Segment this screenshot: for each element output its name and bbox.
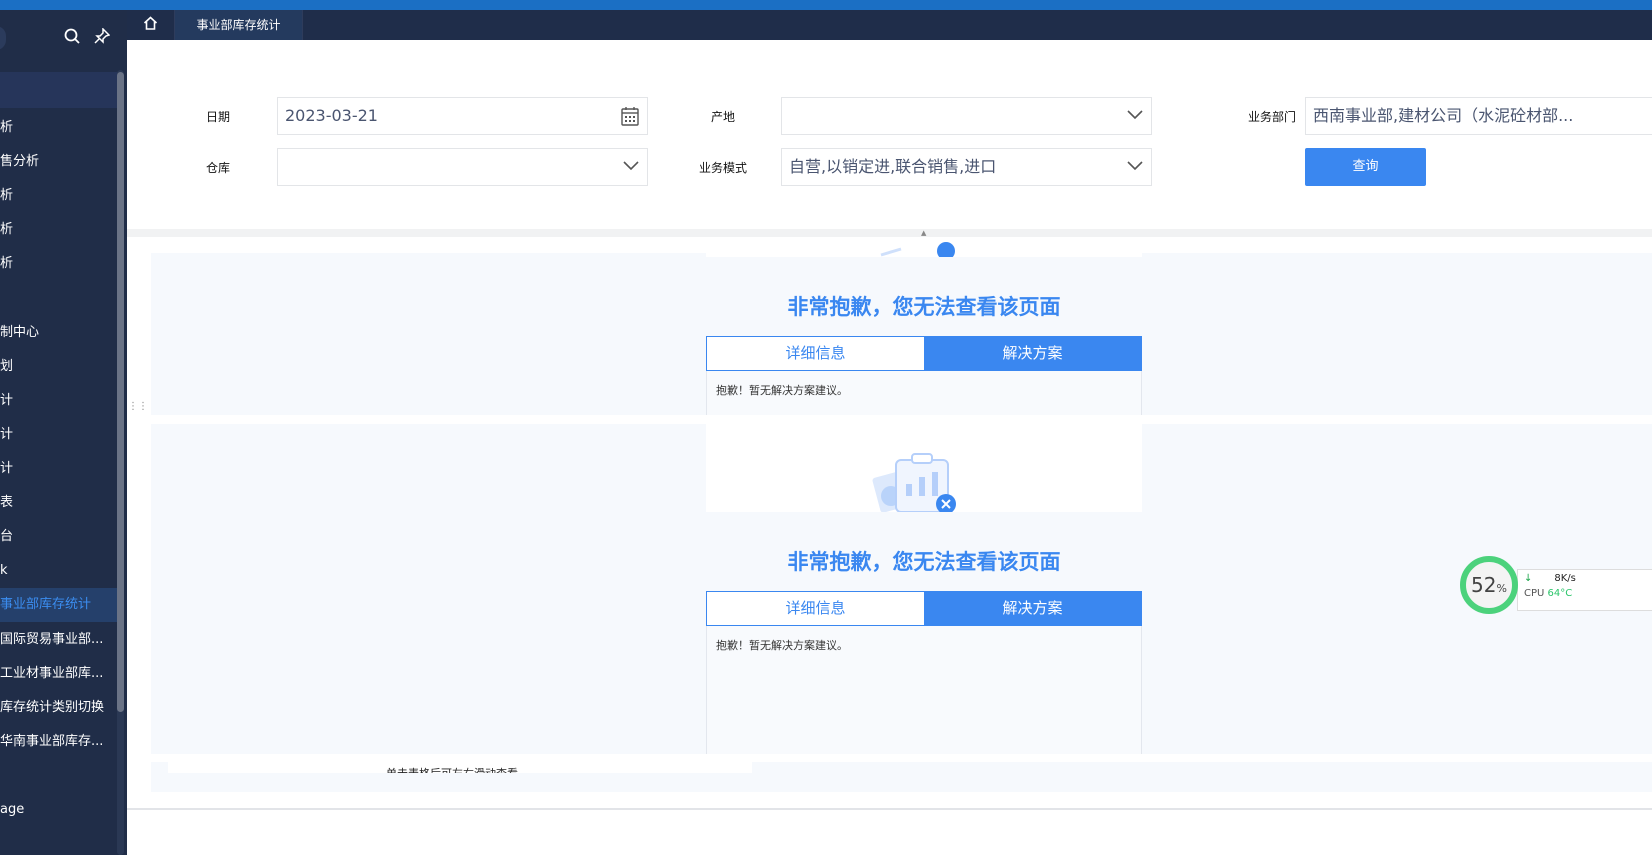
chevron-down-icon — [623, 149, 639, 185]
illustration-strip — [706, 237, 1142, 260]
percent-unit: % — [1496, 582, 1507, 595]
app-title-bar — [0, 0, 1652, 10]
sidebar-section-header — [0, 72, 122, 108]
sidebar-item[interactable]: age — [0, 793, 122, 827]
sidebar-item[interactable]: 析 — [0, 111, 122, 145]
error-message: 抱歉！暂无解决方案建议。 — [706, 371, 1142, 415]
footer-hint-strip: 单击表格后可左右滑动查看 — [168, 762, 752, 773]
error-title: 非常抱歉，您无法查看该页面 — [787, 295, 1061, 319]
date-field[interactable]: 2023-03-21 — [277, 97, 648, 135]
footer-hint: 单击表格后可左右滑动查看 — [386, 765, 518, 773]
usage-percent: 52 — [1471, 573, 1497, 597]
sidebar-item[interactable] — [0, 282, 122, 316]
cpu-label: CPU — [1524, 588, 1545, 599]
sidebar-item[interactable]: 工业材事业部库... — [0, 657, 122, 691]
sidebar-item[interactable]: 计 — [0, 418, 122, 452]
tab-inventory-stats[interactable]: 事业部库存统计 — [175, 10, 303, 40]
warehouse-select[interactable] — [277, 148, 648, 186]
sidebar-item[interactable]: 制中心 — [0, 316, 122, 350]
sidebar-item[interactable]: k — [0, 554, 122, 588]
tab-bar: 事业部库存统计 — [127, 10, 1652, 40]
tab-details[interactable]: 详细信息 — [707, 592, 924, 625]
monitor-info: ↓ 8K/s CPU 64°C — [1517, 569, 1652, 611]
error-title: 非常抱歉，您无法查看该页面 — [787, 550, 1061, 574]
sidebar-item[interactable]: 划 — [0, 350, 122, 384]
tab-solution[interactable]: 解决方案 — [924, 592, 1141, 625]
date-label: 日期 — [206, 110, 231, 124]
sidebar-item[interactable]: 国际贸易事业部... — [0, 623, 122, 657]
download-arrow-icon: ↓ — [1524, 573, 1533, 584]
avatar[interactable] — [0, 26, 6, 50]
tab-solution[interactable]: 解决方案 — [924, 337, 1141, 370]
sidebar-item[interactable]: 表 — [0, 486, 122, 520]
sidebar-item[interactable]: 事业部库存统计 — [0, 588, 122, 623]
home-icon — [143, 16, 158, 34]
calendar-icon[interactable] — [621, 104, 639, 134]
collapse-handle-icon[interactable]: ▲ — [921, 229, 926, 237]
sidebar-item[interactable]: 库存统计类别切换 — [0, 691, 122, 725]
error-illustration — [706, 424, 1142, 514]
pin-icon[interactable] — [94, 27, 111, 48]
sidebar-item[interactable]: 计 — [0, 384, 122, 418]
sidebar-scrollbar-thumb[interactable] — [117, 72, 124, 712]
sidebar-item[interactable]: 售分析 — [0, 145, 122, 179]
warehouse-label: 仓库 — [206, 161, 231, 175]
origin-label: 产地 — [711, 110, 736, 124]
sidebar-item[interactable]: 析 — [0, 247, 122, 281]
mode-value: 自营,以销定进,联合销售,进口 — [789, 157, 997, 176]
origin-select[interactable] — [781, 97, 1152, 135]
error-message: 抱歉！暂无解决方案建议。 — [706, 626, 1142, 754]
sidebar-item[interactable]: 析 — [0, 213, 122, 247]
date-value: 2023-03-21 — [285, 106, 378, 125]
sidebar-item[interactable] — [0, 759, 122, 793]
bottom-border — [127, 808, 1652, 810]
sidebar-item[interactable]: 析 — [0, 179, 122, 213]
cpu-temp: 64°C — [1547, 588, 1573, 599]
sidebar-item[interactable]: 华南事业部库存... — [0, 725, 122, 759]
sidebar: 析售分析析析析制中心划计计计表台 k 事业部库存统计 国际贸易事业部... 工业材事业部… — [0, 10, 127, 855]
net-speed: 8K/s — [1554, 573, 1576, 584]
sidebar-item[interactable]: 台 — [0, 520, 122, 554]
mode-label: 业务模式 — [699, 161, 748, 175]
home-tab[interactable] — [127, 10, 175, 40]
dept-label: 业务部门 — [1248, 110, 1297, 124]
chevron-down-icon — [1127, 149, 1143, 185]
dept-value: 西南事业部,建材公司（水泥砼材部... — [1313, 106, 1574, 125]
collapse-divider[interactable] — [127, 229, 1652, 237]
tab-details[interactable]: 详细信息 — [707, 337, 924, 370]
sidebar-item[interactable]: 计 — [0, 452, 122, 486]
chevron-down-icon — [1127, 98, 1143, 134]
query-button[interactable]: 查询 — [1305, 148, 1426, 186]
drag-handle-icon[interactable]: ⋮⋮ — [128, 402, 148, 412]
search-icon[interactable] — [64, 28, 80, 48]
mode-select[interactable]: 自营,以销定进,联合销售,进口 — [781, 148, 1152, 186]
dept-select[interactable]: 西南事业部,建材公司（水泥砼材部... — [1305, 97, 1652, 135]
memory-usage-gauge[interactable]: 52% — [1460, 556, 1518, 614]
